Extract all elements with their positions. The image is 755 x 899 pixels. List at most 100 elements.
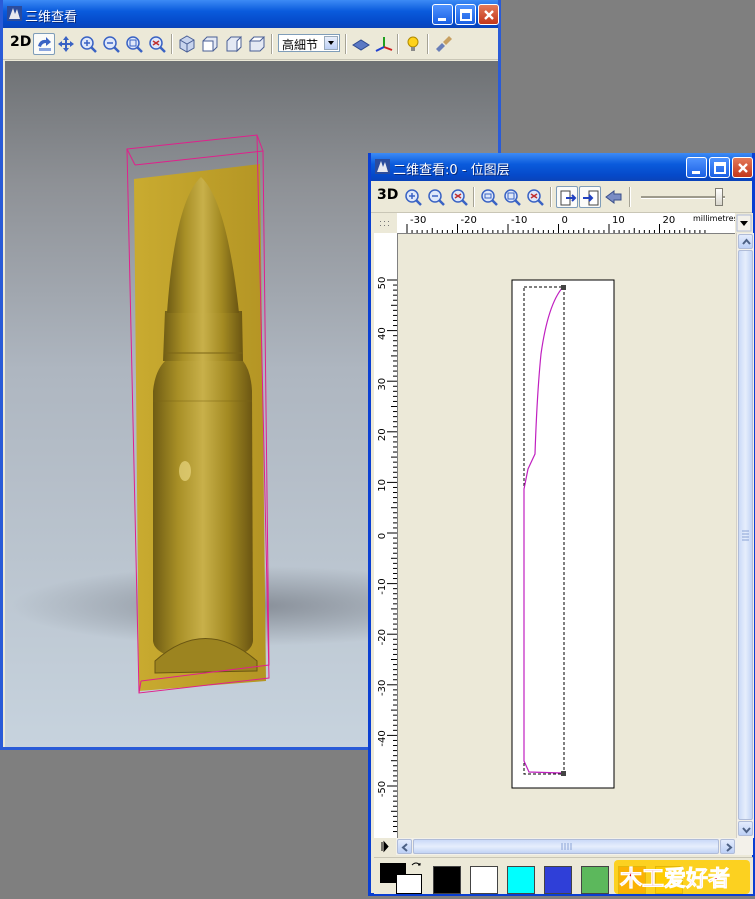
zoom-previous-button[interactable] bbox=[448, 186, 470, 208]
2d-canvas[interactable] bbox=[398, 234, 736, 838]
layer-tool-button[interactable] bbox=[602, 186, 624, 208]
ruler-corner bbox=[374, 213, 397, 233]
zoom-out-icon bbox=[428, 189, 445, 206]
watermark-text: 木工爱好者 bbox=[619, 866, 730, 892]
axes-button[interactable] bbox=[373, 33, 395, 55]
scroll-up-button[interactable] bbox=[738, 234, 753, 249]
ruler-x-label: -30 bbox=[410, 215, 426, 226]
zoom-out-icon bbox=[103, 36, 120, 53]
toolbar-separator bbox=[473, 187, 475, 207]
zoom-reset-button[interactable] bbox=[524, 186, 546, 208]
detail-level-select[interactable]: 高細节 bbox=[278, 34, 340, 52]
export-bitmap-button[interactable] bbox=[579, 186, 601, 208]
front-view-button[interactable] bbox=[199, 33, 221, 55]
back-arrow-icon bbox=[605, 190, 622, 204]
maximize-button[interactable] bbox=[709, 157, 730, 178]
close-button[interactable] bbox=[732, 157, 753, 178]
ruler-y-label: 10 bbox=[377, 479, 388, 492]
app-icon bbox=[375, 159, 390, 174]
2d-view-titlebar[interactable]: 二维查看:0 - 位图层 bbox=[371, 153, 753, 181]
bitmap-layer bbox=[511, 279, 615, 789]
color-swatch[interactable] bbox=[507, 866, 535, 894]
side-view-button[interactable] bbox=[223, 33, 245, 55]
ruler-y-label: -40 bbox=[377, 730, 388, 746]
zoom-in-button[interactable] bbox=[402, 186, 424, 208]
ruler-y-label: 30 bbox=[377, 378, 388, 391]
selection-handle[interactable] bbox=[561, 285, 566, 290]
color-swatch[interactable] bbox=[581, 866, 609, 894]
vertical-scroll-thumb[interactable] bbox=[738, 250, 753, 820]
zoom-previous-button[interactable] bbox=[146, 33, 168, 55]
scroll-left-button[interactable] bbox=[397, 839, 412, 854]
chevron-down-icon bbox=[736, 214, 752, 232]
zoom-extents-button[interactable] bbox=[501, 186, 523, 208]
toolbar-separator bbox=[629, 187, 631, 207]
zoom-out-button[interactable] bbox=[425, 186, 447, 208]
selection-handle[interactable] bbox=[561, 771, 566, 776]
scroll-down-button[interactable] bbox=[738, 821, 753, 836]
zoom-slider-track[interactable] bbox=[641, 196, 725, 199]
swap-colors-button[interactable] bbox=[410, 861, 422, 873]
color-swatch[interactable] bbox=[544, 866, 572, 894]
vertical-ruler-ticks: 50 40 30 20 10 0 -10 -20 -30 -40 -50 bbox=[377, 277, 397, 833]
ruler-x-label: 0 bbox=[562, 215, 568, 226]
toolbar-separator bbox=[550, 187, 552, 207]
minimize-button[interactable] bbox=[686, 157, 707, 178]
ruler-y-label: -50 bbox=[377, 781, 388, 797]
swap-arrows-icon bbox=[411, 862, 421, 866]
toolbar-separator bbox=[427, 34, 429, 54]
vertical-scrollbar[interactable] bbox=[736, 233, 754, 838]
3d-mode-button[interactable]: 3D bbox=[377, 187, 398, 203]
iso-view-button[interactable] bbox=[176, 33, 198, 55]
ruler-y-label: 20 bbox=[377, 428, 388, 441]
zoom-in-icon bbox=[405, 189, 422, 206]
zoom-in-button[interactable] bbox=[77, 33, 99, 55]
color-swatch[interactable] bbox=[470, 866, 498, 894]
toolbar-separator bbox=[171, 34, 173, 54]
material-button[interactable] bbox=[432, 33, 454, 55]
background-color-swatch[interactable] bbox=[396, 874, 422, 894]
2d-view-title: 二维查看:0 - 位图层 bbox=[393, 163, 510, 178]
arrow-right-bar-icon bbox=[381, 840, 389, 853]
zoom-previous-icon bbox=[149, 36, 166, 53]
chevron-up-icon bbox=[742, 238, 751, 245]
lighting-button[interactable] bbox=[402, 33, 424, 55]
shaded-plane-icon bbox=[352, 39, 370, 51]
toolbar-separator bbox=[397, 34, 399, 54]
zoom-window-icon bbox=[481, 189, 498, 206]
maximize-button[interactable] bbox=[455, 4, 476, 25]
units-menu-button[interactable] bbox=[735, 213, 753, 233]
ruler-y-label: -30 bbox=[377, 680, 388, 696]
color-swatch[interactable] bbox=[433, 866, 461, 894]
toolbar-separator bbox=[271, 34, 273, 54]
ruler-units-label: millimetres bbox=[693, 214, 738, 223]
ruler-y-label: -20 bbox=[377, 629, 388, 645]
scroll-jump-button[interactable] bbox=[374, 838, 396, 855]
zoom-extents-button[interactable] bbox=[123, 33, 145, 55]
import-icon bbox=[560, 190, 577, 206]
horizontal-ruler: -30 -20 -10 0 10 20 millimetres bbox=[397, 213, 738, 234]
zoom-reset-icon bbox=[527, 189, 544, 206]
zoom-out-button[interactable] bbox=[100, 33, 122, 55]
close-button[interactable] bbox=[478, 4, 499, 25]
pan-tool-button[interactable] bbox=[55, 33, 77, 55]
zoom-previous-icon bbox=[451, 189, 468, 206]
vertical-ruler: 50 40 30 20 10 0 -10 -20 -30 -40 -50 bbox=[374, 233, 398, 838]
model-extent-rectangle bbox=[511, 279, 615, 789]
app-icon bbox=[7, 6, 22, 21]
import-bitmap-button[interactable] bbox=[556, 186, 578, 208]
ruler-x-label: -20 bbox=[461, 215, 477, 226]
chevron-down-icon bbox=[324, 36, 338, 50]
ruler-x-label: 10 bbox=[612, 215, 625, 226]
top-view-button[interactable] bbox=[246, 33, 268, 55]
rotate-tool-button[interactable] bbox=[33, 33, 55, 55]
shaded-view-button[interactable] bbox=[350, 33, 372, 55]
cube-top-icon bbox=[248, 36, 266, 52]
zoom-window-button[interactable] bbox=[478, 186, 500, 208]
cube-side-icon bbox=[226, 35, 242, 53]
zoom-slider-thumb[interactable] bbox=[715, 188, 723, 206]
minimize-button[interactable] bbox=[432, 4, 453, 25]
paint-brush-icon bbox=[436, 36, 452, 52]
2d-mode-button[interactable]: 2D bbox=[10, 34, 31, 50]
3d-view-titlebar[interactable]: 三维查看 bbox=[3, 0, 499, 28]
